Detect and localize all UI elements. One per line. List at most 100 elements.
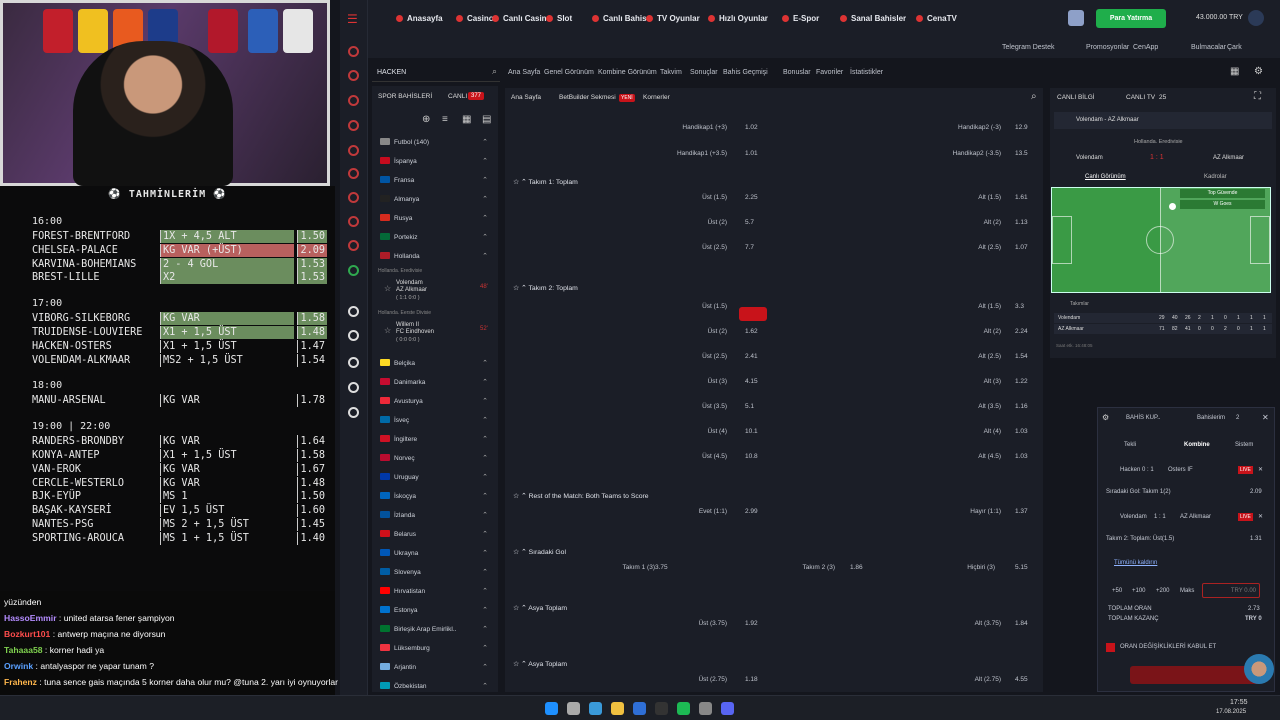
odd-value[interactable]: 1.92 [745,614,758,634]
market-section-header[interactable]: ☆ ⌃ Takım 1: Toplam [513,174,578,192]
gift-icon[interactable] [348,330,359,341]
nav-icon[interactable] [348,192,359,203]
chevron-up-icon[interactable]: ⌃ [482,583,488,601]
breadcrumb-item[interactable]: Bonuslar [783,69,811,76]
breadcrumb-item[interactable]: Genel Görünüm [544,69,594,76]
search-icon[interactable]: ⌕ [1031,91,1037,102]
close-icon[interactable]: ✕ [1262,413,1269,422]
diamond-icon[interactable] [348,382,359,393]
league-item[interactable]: Estonya ⌃ [380,602,492,620]
chevron-up-icon[interactable]: ⌃ [482,545,488,563]
nav-icon[interactable] [348,46,359,57]
calculator-icon[interactable]: ▦ [1230,66,1239,77]
chevron-up-icon[interactable]: ⌃ [482,488,488,506]
chevron-up-icon[interactable]: ⌃ [482,602,488,620]
chevron-up-icon[interactable]: ⌃ [482,621,488,639]
league-item[interactable]: İskoçya ⌃ [380,488,492,506]
odd-value[interactable]: 1.01 [745,144,758,164]
league-item[interactable]: Belçika ⌃ [380,355,492,373]
remove-bet-icon[interactable]: ✕ [1258,466,1263,473]
odd-value[interactable]: 10.1 [745,422,758,442]
nav-icon[interactable] [348,168,359,179]
chevron-up-icon[interactable]: ⌃ [482,507,488,525]
telegram-icon[interactable] [348,306,359,317]
odd-value[interactable]: 2.41 [745,347,758,367]
sub-nav-item[interactable]: CenApp [1133,44,1158,51]
league-item[interactable]: Birleşik Arap Emirlikl.. ⌃ [380,621,492,639]
tab-live-view[interactable]: Canlı Görünüm [1085,174,1126,180]
league-item[interactable]: İsveç ⌃ [380,412,492,430]
view-toggle-icon[interactable]: ⊕ [422,114,430,125]
breadcrumb-item[interactable]: Sonuçlar [690,69,718,76]
deposit-button[interactable]: Para Yatırma [1096,9,1166,28]
odd-value[interactable]: 7.7 [745,238,754,258]
tab-live-info[interactable]: CANLI BİLGİ [1057,94,1095,101]
view-toggle-icon[interactable]: ≡ [442,114,448,125]
nav-hızlı-oyunlar[interactable]: Hızlı Oyunlar [708,14,768,23]
odd-value[interactable]: 1.07 [1015,238,1028,258]
league-item[interactable]: Fransa ⌃ [380,172,492,190]
slip-tab[interactable]: Tekli [1124,442,1136,448]
sub-nav-item[interactable]: Çark [1227,44,1242,51]
odd-value[interactable]: 1.62 [745,322,758,342]
breadcrumb-item[interactable]: Takvim [660,69,682,76]
market-tab[interactable]: BetBuilder Sekmesi [559,94,616,101]
nav-icon[interactable] [348,240,359,251]
market-section-header[interactable]: ☆ ⌃ Asya Toplam [513,600,567,618]
taskbar-app-icon[interactable] [655,702,668,715]
taskbar-app-icon[interactable] [721,702,734,715]
odd-value[interactable]: 1.84 [1015,614,1028,634]
sub-nav-item[interactable]: Bulmacalar [1191,44,1226,51]
tab-live[interactable]: CANLI [448,93,467,100]
chevron-up-icon[interactable]: ⌃ [482,374,488,392]
league-item[interactable]: Uruguay ⌃ [380,469,492,487]
taskbar-app-icon[interactable] [633,702,646,715]
odd-value[interactable]: 1.13 [1015,213,1028,233]
odd-value[interactable]: 1.16 [1015,397,1028,417]
odd-value[interactable]: 2.25 [745,188,758,208]
league-item[interactable]: Özbekistan ⌃ [380,678,492,696]
chevron-up-icon[interactable]: ⌃ [482,134,488,152]
odd-value[interactable]: 1.18 [745,670,758,690]
market-tab[interactable]: Ana Sayfa [511,94,541,101]
odd-value[interactable]: 12.9 [1015,118,1028,138]
nav-canlı-bahis[interactable]: Canlı Bahis [592,14,647,23]
odd-value[interactable]: 5.7 [745,213,754,233]
chevron-up-icon[interactable]: ⌃ [482,248,488,266]
nav-e-spor[interactable]: E-Spor [782,14,819,23]
menu-icon[interactable]: ☰ [347,12,358,26]
chevron-up-icon[interactable]: ⌃ [482,431,488,449]
odd-value[interactable]: 1.03 [1015,447,1028,467]
slip-tab[interactable]: Kombine [1184,442,1210,448]
stake-input[interactable]: TRY 0.00 [1202,583,1260,598]
quick-stake-button[interactable]: Maks [1180,588,1194,594]
league-item[interactable]: Danimarka ⌃ [380,374,492,392]
league-item[interactable]: Arjantin ⌃ [380,659,492,677]
tab-live-tv[interactable]: CANLI TV [1126,94,1155,101]
odd-value[interactable]: 2.99 [745,502,758,522]
favorite-star-icon[interactable]: ☆ ⌃ [513,605,528,612]
taskbar-app-icon[interactable] [567,702,580,715]
search-icon[interactable]: ⌕ [492,66,497,77]
remove-bet-icon[interactable]: ✕ [1258,513,1263,520]
favorite-star-icon[interactable]: ☆ [384,284,391,293]
chevron-up-icon[interactable]: ⌃ [482,659,488,677]
breadcrumb-item[interactable]: Bahis Geçmişi [723,69,768,76]
odd-value[interactable]: 3.3 [1015,297,1024,317]
odd-value[interactable]: 4.55 [1015,670,1028,690]
odd-value[interactable]: 2.24 [1015,322,1028,342]
accept-checkbox[interactable] [1106,643,1115,652]
chevron-up-icon[interactable]: ⌃ [482,355,488,373]
league-item[interactable]: İspanya ⌃ [380,153,492,171]
support-avatar[interactable] [1244,654,1274,684]
market-section-header[interactable]: ☆ ⌃ Asya Toplam [513,656,567,674]
expand-icon[interactable]: ⛶ [1254,91,1261,102]
odd-value[interactable]: 1.03 [1015,422,1028,442]
taskbar-app-icon[interactable] [699,702,712,715]
odd-value[interactable]: 1.22 [1015,372,1028,392]
breadcrumb-item[interactable]: İstatistikler [850,69,883,76]
tab-sport-bets[interactable]: SPOR BAHİSLERİ [378,93,432,100]
nav-tv-oyunlar[interactable]: TV Oyunlar [646,14,700,23]
league-item[interactable]: Hırvatistan ⌃ [380,583,492,601]
nav-icon[interactable] [348,70,359,81]
